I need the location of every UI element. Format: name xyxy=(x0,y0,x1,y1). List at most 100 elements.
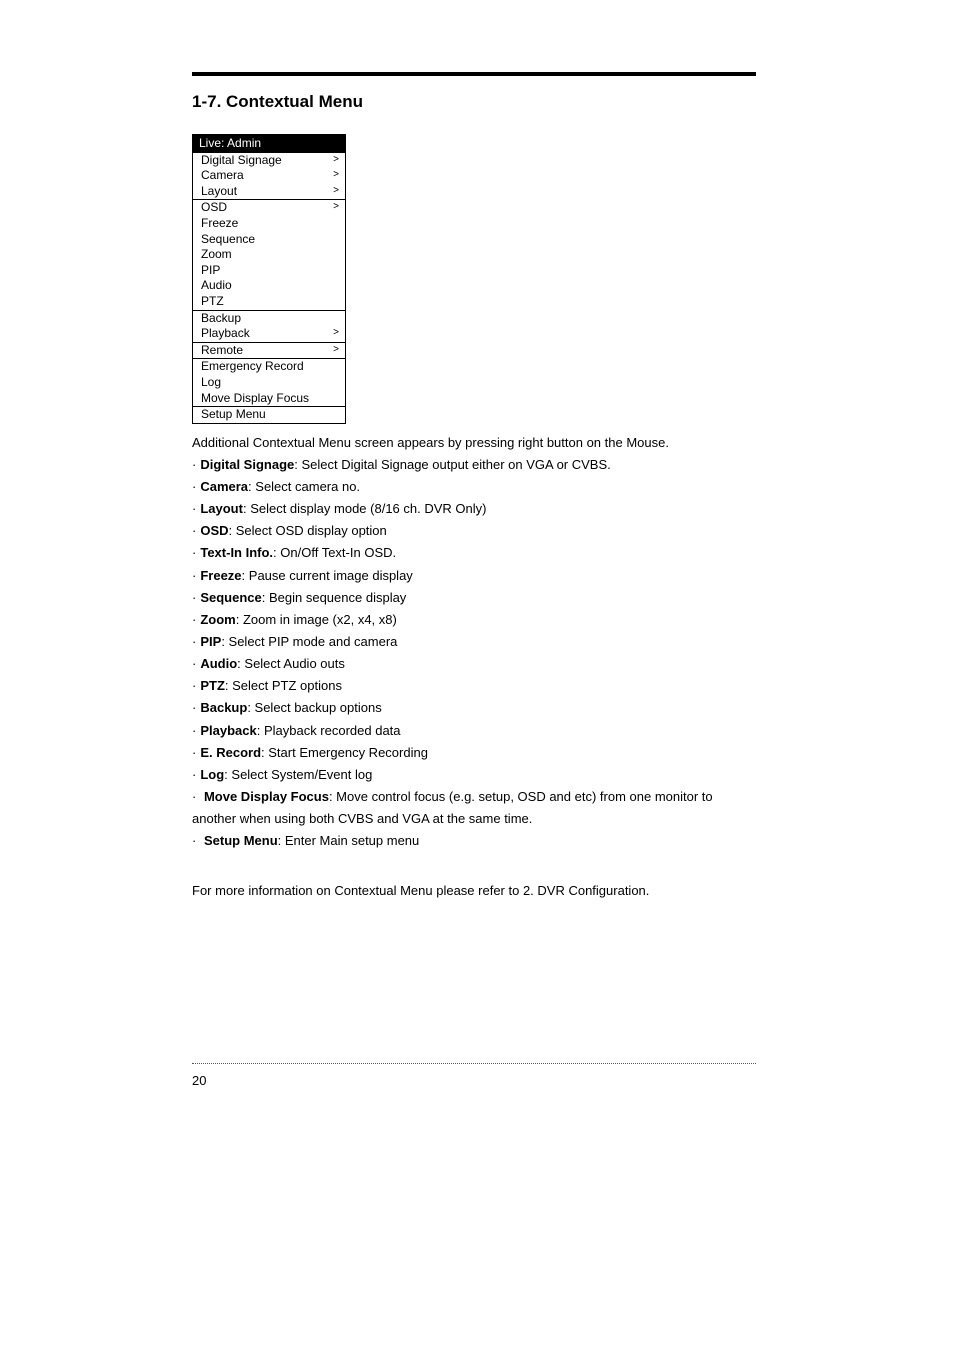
menu-item: Freeze xyxy=(193,216,345,232)
description-line: ·Camera: Select camera no. xyxy=(192,476,756,498)
description-term: Log xyxy=(200,767,224,782)
menu-item: Remote > xyxy=(193,343,345,360)
chevron-right-icon: > xyxy=(333,155,341,166)
description-text: : Start Emergency Recording xyxy=(261,745,428,760)
menu-item: PTZ xyxy=(193,294,345,311)
move-display-focus-line: · Move Display Focus: Move control focus… xyxy=(192,786,756,808)
menu-item: Sequence xyxy=(193,232,345,248)
description-term: Text-In Info. xyxy=(200,545,273,560)
description-line: ·E. Record: Start Emergency Recording xyxy=(192,742,756,764)
menu-item-label: Digital Signage xyxy=(201,154,282,167)
chevron-right-icon: > xyxy=(333,170,341,181)
menu-item: Log xyxy=(193,375,345,391)
description-text: : Select Digital Signage output either o… xyxy=(294,457,611,472)
menu-item: Digital Signage > xyxy=(193,153,345,169)
description-line: ·Zoom: Zoom in image (x2, x4, x8) xyxy=(192,609,756,631)
menu-item: Playback > xyxy=(193,326,345,343)
description-text: : Select System/Event log xyxy=(224,767,372,782)
mdf-continuation: another when using both CVBS and VGA at … xyxy=(192,808,756,830)
description-text: : Select PIP mode and camera xyxy=(221,634,397,649)
description-text: : Select camera no. xyxy=(248,479,360,494)
menu-item-label: PIP xyxy=(201,264,220,277)
top-rule xyxy=(192,72,756,76)
menu-item-label: Camera xyxy=(201,169,244,182)
description-term: Digital Signage xyxy=(200,457,294,472)
menu-header: Live: Admin xyxy=(193,135,345,153)
menu-item-label: PTZ xyxy=(201,295,224,308)
menu-item-label: Audio xyxy=(201,279,232,292)
menu-item-label: Playback xyxy=(201,327,250,340)
description-line: ·Freeze: Pause current image display xyxy=(192,565,756,587)
chevron-right-icon: > xyxy=(333,328,341,339)
menu-body: Digital Signage > Camera > Layout > OSD > Freeze… xyxy=(193,153,345,423)
chevron-right-icon: > xyxy=(333,345,341,356)
description-text: : Select Audio outs xyxy=(237,656,345,671)
description-term: Freeze xyxy=(200,568,241,583)
description-line: ·Audio: Select Audio outs xyxy=(192,653,756,675)
term-move-display-focus: Move Display Focus xyxy=(204,789,329,804)
setup-text: : Enter Main setup menu xyxy=(278,833,420,848)
description-term: PIP xyxy=(200,634,221,649)
section-heading: 1-7. Contextual Menu xyxy=(192,92,756,112)
contextual-menu-screenshot: Live: Admin Digital Signage>Camera>Layou… xyxy=(192,134,346,424)
description-term: Sequence xyxy=(200,590,261,605)
menu-item-label: Zoom xyxy=(201,248,232,261)
menu-item: Setup Menu xyxy=(193,407,345,423)
description-text: : Select OSD display option xyxy=(229,523,387,538)
menu-item-label: OSD xyxy=(201,201,227,214)
description-term: Audio xyxy=(200,656,237,671)
menu-item: Backup xyxy=(193,311,345,327)
menu-item-label: Log xyxy=(201,376,221,389)
description-line: ·Log: Select System/Event log xyxy=(192,764,756,786)
description-term: Zoom xyxy=(200,612,235,627)
description-line: ·OSD: Select OSD display option xyxy=(192,520,756,542)
description-line: ·Sequence: Begin sequence display xyxy=(192,587,756,609)
menu-item-label: Sequence xyxy=(201,233,255,246)
page-number: 20 xyxy=(192,1073,206,1088)
description-line: ·Playback: Playback recorded data xyxy=(192,720,756,742)
bullet-icon: · xyxy=(192,789,200,804)
description-term: PTZ xyxy=(200,678,225,693)
body-text: Additional Contextual Menu screen appear… xyxy=(192,432,756,903)
menu-item-label: Layout xyxy=(201,185,237,198)
chevron-right-icon: > xyxy=(333,202,341,213)
description-text: : Select backup options xyxy=(247,700,381,715)
menu-item: Move Display Focus xyxy=(193,391,345,408)
description-text: : Zoom in image (x2, x4, x8) xyxy=(236,612,397,627)
description-text: : Pause current image display xyxy=(242,568,413,583)
menu-item-label: Setup Menu xyxy=(201,408,266,421)
description-text: : Select display mode (8/16 ch. DVR Only… xyxy=(243,501,487,516)
description-text: : Begin sequence display xyxy=(262,590,407,605)
description-line: ·PIP: Select PIP mode and camera xyxy=(192,631,756,653)
description-line: ·Digital Signage: Select Digital Signage… xyxy=(192,454,756,476)
menu-item-label: Remote xyxy=(201,344,243,357)
mdf-tail: : Move control focus (e.g. setup, OSD an… xyxy=(329,789,713,804)
document-page: 1-7. Contextual Menu Live: Admin Digital… xyxy=(0,0,954,1350)
term-setup-menu: Setup Menu xyxy=(204,833,278,848)
description-line: ·Layout: Select display mode (8/16 ch. D… xyxy=(192,498,756,520)
menu-item-label: Move Display Focus xyxy=(201,392,309,405)
description-term: Playback xyxy=(200,723,256,738)
menu-item: PIP xyxy=(193,263,345,279)
menu-item: Zoom xyxy=(193,247,345,263)
description-text: : Playback recorded data xyxy=(257,723,401,738)
closing-paragraph: For more information on Contextual Menu … xyxy=(192,880,756,902)
setup-menu-line: · Setup Menu: Enter Main setup menu xyxy=(192,830,756,852)
description-line: ·Text-In Info.: On/Off Text-In OSD. xyxy=(192,542,756,564)
description-term: Layout xyxy=(200,501,243,516)
description-term: E. Record xyxy=(200,745,261,760)
chevron-right-icon: > xyxy=(333,186,341,197)
menu-item: Layout > xyxy=(193,184,345,201)
menu-item: OSD > xyxy=(193,200,345,216)
description-term: Camera xyxy=(200,479,248,494)
description-line: ·Backup: Select backup options xyxy=(192,697,756,719)
menu-item: Emergency Record xyxy=(193,359,345,375)
menu-item-label: Freeze xyxy=(201,217,238,230)
menu-item: Camera > xyxy=(193,168,345,184)
description-term: Backup xyxy=(200,700,247,715)
bullet-icon: · xyxy=(192,833,200,848)
menu-item-label: Backup xyxy=(201,312,241,325)
description-text: : On/Off Text-In OSD. xyxy=(273,545,396,560)
description-line: ·PTZ: Select PTZ options xyxy=(192,675,756,697)
intro-paragraph: Additional Contextual Menu screen appear… xyxy=(192,432,756,454)
